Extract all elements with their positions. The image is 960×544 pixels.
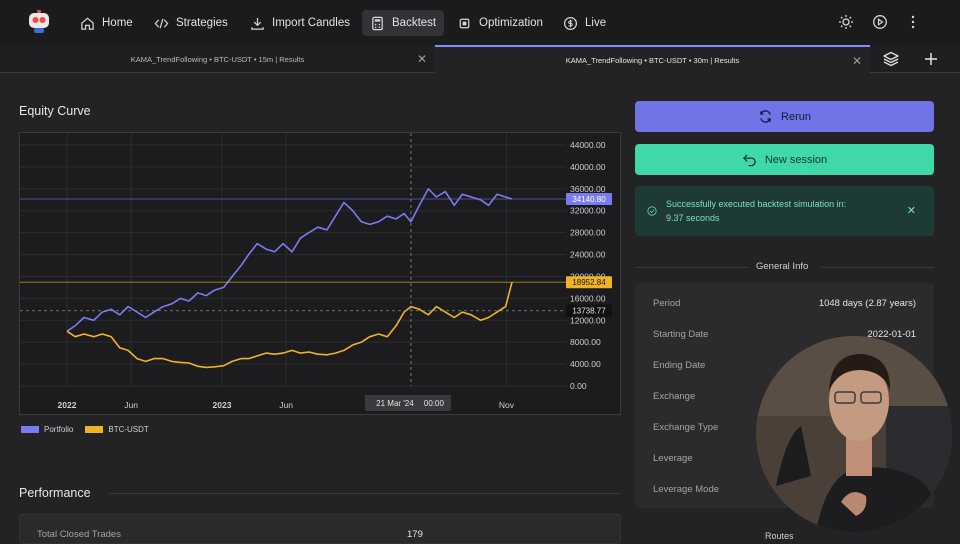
layers-button[interactable] xyxy=(882,50,900,68)
portfolio-price-label: 34140.80 xyxy=(572,195,606,204)
dollar-circle-icon xyxy=(563,16,578,30)
home-icon xyxy=(81,17,94,30)
equity-curve-title: Equity Curve xyxy=(19,104,91,118)
y-tick-label: 36000.00 xyxy=(570,184,606,194)
success-alert: Successfully executed backtest simulatio… xyxy=(635,186,934,236)
btc-price-label: 18952.84 xyxy=(572,278,606,287)
legend-swatch xyxy=(21,426,39,433)
session-tabs: KAMA_TrendFollowing • BTC-USDT • 15m | R… xyxy=(0,45,960,73)
nav-home[interactable]: Home xyxy=(72,10,141,36)
app-logo[interactable] xyxy=(26,9,52,35)
equity-curve-svg: 44000.00 40000.00 36000.00 32000.00 28000.00… xyxy=(20,133,612,411)
undo-icon xyxy=(742,154,756,167)
x-tick-label: 2022 xyxy=(58,400,77,410)
legend-label: Portfolio xyxy=(44,425,74,434)
refresh-icon xyxy=(760,110,771,123)
nav-strategies[interactable]: Strategies xyxy=(146,10,236,36)
plus-icon xyxy=(925,53,937,65)
new-tab-button[interactable] xyxy=(922,50,940,68)
new-session-label: New session xyxy=(764,153,828,166)
performance-row-value: 179 xyxy=(407,529,423,540)
y-tick-label: 44000.00 xyxy=(570,140,606,150)
y-tick-label: 40000.00 xyxy=(570,162,606,172)
gi-label-exchange: Exchange xyxy=(653,391,696,402)
x-tick-label: Nov xyxy=(499,400,515,410)
check-circle-icon xyxy=(647,206,657,216)
x-tick-label: Jun xyxy=(279,400,293,410)
btc-usdt-line xyxy=(66,281,513,369)
divider xyxy=(109,493,621,494)
y-tick-label: 4000.00 xyxy=(570,359,601,369)
crosshair-time-label: 00:00 xyxy=(424,399,445,408)
gi-label-ending-date: Ending Date xyxy=(653,360,706,371)
sun-icon xyxy=(839,15,853,29)
rerun-button[interactable]: Rerun xyxy=(635,101,934,132)
tab-30m-results[interactable]: KAMA_TrendFollowing • BTC-USDT • 30m | R… xyxy=(435,45,870,73)
tab-15m-results[interactable]: KAMA_TrendFollowing • BTC-USDT • 15m | R… xyxy=(0,45,435,73)
top-nav: Home Strategies Import Candles Backtest … xyxy=(0,0,960,45)
nav-backtest[interactable]: Backtest xyxy=(362,10,445,36)
nav-optimization[interactable]: Optimization xyxy=(449,10,551,36)
legend-item-btc[interactable]: BTC-USDT xyxy=(85,425,149,434)
x-tick-label: Jun xyxy=(124,400,138,410)
legend-swatch xyxy=(85,426,104,433)
code-icon xyxy=(154,18,169,28)
y-tick-label: 24000.00 xyxy=(570,250,606,260)
gi-label-period: Period xyxy=(653,298,681,309)
crosshair-x-label: 21 Mar '24 xyxy=(376,399,414,408)
more-menu-button[interactable] xyxy=(904,13,922,31)
gi-label-starting-date: Starting Date xyxy=(653,329,709,340)
y-tick-label: 8000.00 xyxy=(570,337,601,347)
cpu-icon xyxy=(459,18,470,28)
x-tick-label: 2023 xyxy=(213,400,232,410)
nav-import-candles-label: Import Candles xyxy=(272,17,350,29)
y-tick-label: 16000.00 xyxy=(570,293,606,303)
nav-backtest-label: Backtest xyxy=(392,17,437,29)
nav-live-label: Live xyxy=(585,17,607,29)
performance-row-label: Total Closed Trades xyxy=(37,529,121,540)
tab-label: KAMA_TrendFollowing • BTC-USDT • 30m | R… xyxy=(565,55,740,65)
nav-home-label: Home xyxy=(102,17,133,29)
help-button[interactable] xyxy=(871,13,889,31)
gi-label-leverage-mode: Leverage Mode xyxy=(653,484,720,495)
gi-label-exchange-type: Exchange Type xyxy=(653,422,719,433)
crosshair-y-label: 13738.77 xyxy=(572,307,606,316)
portfolio-line xyxy=(66,188,513,332)
close-icon[interactable]: ✕ xyxy=(852,54,862,68)
alert-line-2: 9.37 seconds xyxy=(666,213,720,223)
general-info-header: General Info xyxy=(635,261,934,273)
close-icon[interactable]: ✕ xyxy=(417,52,427,66)
nav-live[interactable]: Live xyxy=(555,10,614,36)
y-tick-label: 12000.00 xyxy=(570,315,606,325)
webcam-overlay xyxy=(756,336,952,532)
play-circle-icon xyxy=(873,15,887,29)
layers-icon xyxy=(883,51,899,67)
legend-label: BTC-USDT xyxy=(108,425,149,434)
performance-title: Performance xyxy=(19,486,91,500)
divider xyxy=(821,267,934,268)
nav-optimization-label: Optimization xyxy=(479,17,543,29)
theme-toggle[interactable] xyxy=(837,13,855,31)
rerun-label: Rerun xyxy=(781,110,811,123)
nav-import-candles[interactable]: Import Candles xyxy=(242,10,358,36)
gi-label-leverage: Leverage xyxy=(653,453,693,464)
y-tick-label: 0.00 xyxy=(570,381,587,391)
calculator-icon xyxy=(372,16,383,30)
y-tick-label: 32000.00 xyxy=(570,206,606,216)
alert-line-1: Successfully executed backtest simulatio… xyxy=(666,199,847,209)
y-tick-label: 28000.00 xyxy=(570,228,606,238)
tab-label: KAMA_TrendFollowing • BTC-USDT • 15m | R… xyxy=(130,54,305,64)
download-icon xyxy=(251,17,264,30)
nav-strategies-label: Strategies xyxy=(176,17,228,29)
legend-item-portfolio[interactable]: Portfolio xyxy=(21,425,73,434)
gi-value-period: 1048 days (2.87 years) xyxy=(818,298,916,309)
divider xyxy=(635,267,748,268)
new-session-button[interactable]: New session xyxy=(635,144,934,175)
more-vertical-icon xyxy=(911,15,915,29)
general-info-title: General Info xyxy=(756,261,809,272)
chart-legend: Portfolio BTC-USDT xyxy=(21,425,149,434)
equity-curve-chart[interactable]: 44000.00 40000.00 36000.00 32000.00 28000.00… xyxy=(19,132,621,415)
presenter-image xyxy=(756,336,952,532)
close-icon[interactable]: ✕ xyxy=(907,204,916,217)
